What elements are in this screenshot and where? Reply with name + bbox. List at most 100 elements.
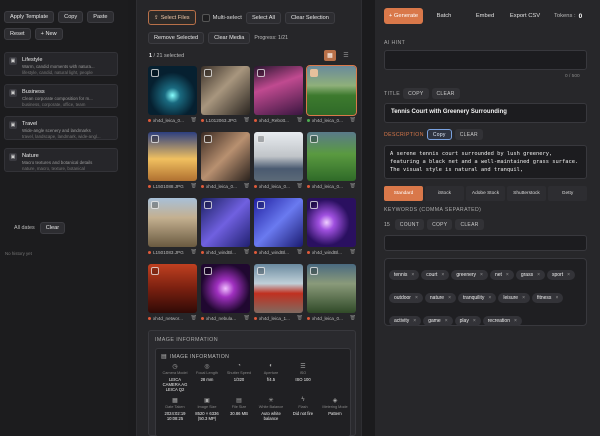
media-item[interactable]: xh4d_leica_0... 🗑: [254, 132, 303, 189]
media-thumbnail[interactable]: [148, 264, 197, 313]
trash-icon[interactable]: 🗑: [350, 315, 356, 321]
media-checkbox[interactable]: [310, 69, 318, 77]
trash-icon[interactable]: 🗑: [244, 249, 250, 255]
title-input[interactable]: Tennis Court with Greenery Surrounding: [384, 103, 587, 123]
keywords-clear-button[interactable]: CLEAR: [455, 219, 484, 230]
remove-tag-icon[interactable]: ×: [448, 295, 451, 301]
history-clear-button[interactable]: Clear: [39, 222, 66, 234]
media-thumbnail[interactable]: [148, 198, 197, 247]
media-thumbnail[interactable]: [201, 198, 250, 247]
media-item[interactable]: xh4d_windBl... 🗑: [201, 198, 250, 255]
ai-hint-input[interactable]: [384, 50, 587, 70]
trash-icon[interactable]: 🗑: [244, 183, 250, 189]
media-item[interactable]: xh4d_leica_0... 🗑: [307, 132, 356, 189]
media-thumbnail[interactable]: [148, 66, 197, 115]
template-card-business[interactable]: ▣ Business Clean corporate composition f…: [4, 84, 118, 108]
new-template-button[interactable]: + New: [34, 28, 63, 40]
remove-tag-icon[interactable]: ×: [537, 272, 540, 278]
media-item[interactable]: xh4d_leica_0... 🗑: [306, 65, 357, 123]
copy-template-button[interactable]: Copy: [58, 11, 84, 23]
media-thumbnail[interactable]: [307, 198, 356, 247]
media-checkbox[interactable]: [310, 201, 318, 209]
remove-tag-icon[interactable]: ×: [441, 272, 444, 278]
description-textarea[interactable]: A serene tennis court surrounded by lush…: [384, 145, 587, 179]
remove-tag-icon[interactable]: ×: [480, 272, 483, 278]
remove-tag-icon[interactable]: ×: [555, 295, 558, 301]
media-item[interactable]: xh4d_leica_0... 🗑: [307, 264, 356, 321]
trash-icon[interactable]: 🗑: [297, 249, 303, 255]
media-item[interactable]: L1501083.JPG 🗑: [148, 198, 197, 255]
media-item[interactable]: xh4d_nebula... 🗑: [201, 264, 250, 321]
style-adobe-stock[interactable]: Adobe Stock: [466, 186, 505, 201]
style-getty[interactable]: Getty: [548, 186, 587, 201]
media-thumbnail[interactable]: [201, 132, 250, 181]
style-istock[interactable]: iStock: [425, 186, 464, 201]
grid-view-icon[interactable]: ▦: [324, 50, 336, 61]
media-item[interactable]: xh4d_windBl... 🗑: [307, 198, 356, 255]
title-copy-button[interactable]: COPY: [403, 88, 429, 99]
media-thumbnail[interactable]: [201, 264, 250, 313]
media-checkbox[interactable]: [151, 267, 159, 275]
media-item[interactable]: L1501088.JPG 🗑: [148, 132, 197, 189]
trash-icon[interactable]: 🗑: [191, 117, 197, 123]
media-checkbox[interactable]: [204, 201, 212, 209]
clear-media-button[interactable]: Clear Media: [208, 32, 251, 44]
media-item[interactable]: xh4d_Rebott... 🗑: [254, 66, 303, 123]
remove-tag-icon[interactable]: ×: [413, 318, 416, 324]
media-thumbnail[interactable]: [307, 264, 356, 313]
media-thumbnail[interactable]: [148, 132, 197, 181]
remove-tag-icon[interactable]: ×: [488, 295, 491, 301]
style-standard[interactable]: Standard: [384, 186, 423, 201]
remove-selected-button[interactable]: Remove Selected: [148, 32, 205, 44]
template-card-lifestyle[interactable]: ▣ Lifestyle Warm, candid moments with na…: [4, 52, 118, 76]
media-checkbox[interactable]: [151, 201, 159, 209]
trash-icon[interactable]: 🗑: [191, 315, 197, 321]
select-all-button[interactable]: Select All: [245, 11, 281, 24]
template-card-travel[interactable]: ▣ Travel Wide-angle scenery and landmark…: [4, 116, 118, 140]
tab-batch[interactable]: Batch: [423, 8, 465, 24]
trash-icon[interactable]: 🗑: [297, 183, 303, 189]
media-checkbox[interactable]: [257, 201, 265, 209]
remove-tag-icon[interactable]: ×: [415, 295, 418, 301]
media-checkbox[interactable]: [310, 267, 318, 275]
trash-icon[interactable]: 🗑: [191, 183, 197, 189]
trash-icon[interactable]: 🗑: [191, 249, 197, 255]
description-copy-button[interactable]: Copy: [426, 129, 452, 140]
media-checkbox[interactable]: [257, 69, 265, 77]
trash-icon[interactable]: 🗑: [244, 117, 250, 123]
media-checkbox[interactable]: [310, 135, 318, 143]
trash-icon[interactable]: 🗑: [350, 249, 356, 255]
apply-template-button[interactable]: Apply Template: [4, 11, 55, 23]
keyword-input[interactable]: [384, 235, 587, 251]
tab-export-csv[interactable]: Export CSV: [505, 8, 545, 24]
media-thumbnail[interactable]: [254, 132, 303, 181]
trash-icon[interactable]: 🗑: [244, 315, 250, 321]
remove-tag-icon[interactable]: ×: [473, 318, 476, 324]
trash-icon[interactable]: 🗑: [297, 315, 303, 321]
reset-button[interactable]: Reset: [4, 28, 31, 40]
tab-generate[interactable]: + Generate: [384, 8, 423, 24]
media-checkbox[interactable]: [151, 135, 159, 143]
tab-embed[interactable]: Embed: [465, 8, 505, 24]
template-card-nature[interactable]: ▣ Nature Macro textures and botanical de…: [4, 148, 118, 172]
media-item[interactable]: L1012063.JPG 🗑: [201, 66, 250, 123]
remove-tag-icon[interactable]: ×: [567, 272, 570, 278]
media-checkbox[interactable]: [204, 267, 212, 275]
media-thumbnail[interactable]: [306, 65, 357, 116]
media-item[interactable]: xh4d_leica_0... 🗑: [201, 132, 250, 189]
trash-icon[interactable]: 🗑: [297, 117, 303, 123]
remove-tag-icon[interactable]: ×: [522, 295, 525, 301]
media-checkbox[interactable]: [151, 69, 159, 77]
trash-icon[interactable]: 🗑: [350, 183, 356, 189]
media-thumbnail[interactable]: [201, 66, 250, 115]
title-clear-button[interactable]: CLEAR: [431, 88, 460, 99]
keywords-count-button[interactable]: COUNT: [394, 219, 425, 230]
remove-tag-icon[interactable]: ×: [411, 272, 414, 278]
remove-tag-icon[interactable]: ×: [445, 318, 448, 324]
select-files-button[interactable]: ⇪ Select Files: [148, 10, 196, 25]
list-view-icon[interactable]: ☰: [340, 50, 352, 61]
clear-selection-button[interactable]: Clear Selection: [284, 11, 335, 24]
media-thumbnail[interactable]: [254, 198, 303, 247]
history-date-select[interactable]: All dates: [14, 225, 35, 231]
remove-tag-icon[interactable]: ×: [514, 318, 517, 324]
